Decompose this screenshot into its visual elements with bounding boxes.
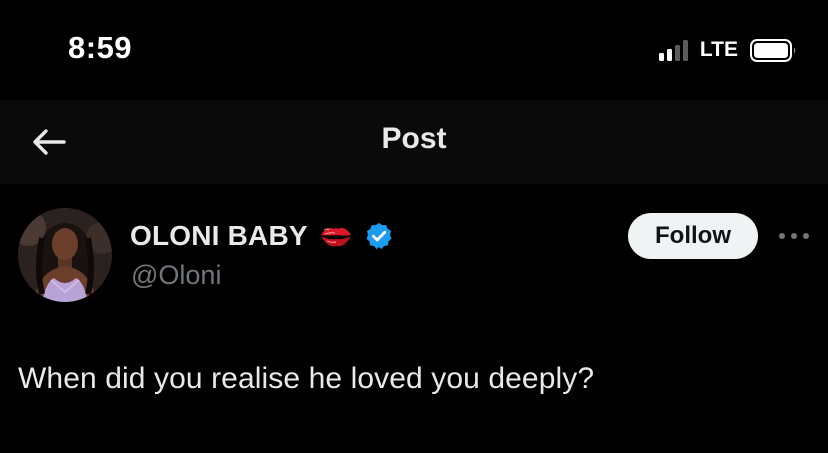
navigation-header: Post: [0, 100, 828, 184]
network-type: LTE: [699, 38, 738, 61]
author-name-row[interactable]: OLONI BABY: [130, 218, 394, 254]
more-options-icon: [779, 233, 809, 239]
more-options-button[interactable]: [774, 222, 814, 250]
cellular-signal-icon: [658, 39, 688, 61]
post-text: When did you realise he loved you deeply…: [18, 362, 595, 395]
status-time: 8:59: [68, 30, 133, 65]
verified-badge-icon: [364, 221, 394, 251]
post: OLONI BABY @Oloni Follow When did you re…: [0, 184, 828, 453]
avatar[interactable]: [18, 208, 112, 302]
follow-button[interactable]: Follow: [628, 213, 758, 259]
author-handle[interactable]: @Oloni: [131, 260, 221, 291]
page-title: Post: [381, 122, 447, 155]
status-indicators: LTE: [658, 36, 796, 64]
battery-icon: [750, 39, 796, 62]
post-screen: 8:59 LTE Post OLONI BABY @Oloni Follow W…: [0, 0, 828, 453]
display-name[interactable]: OLONI BABY: [130, 220, 308, 252]
kiss-mark-icon: [318, 221, 354, 251]
status-bar: 8:59 LTE: [0, 0, 828, 100]
